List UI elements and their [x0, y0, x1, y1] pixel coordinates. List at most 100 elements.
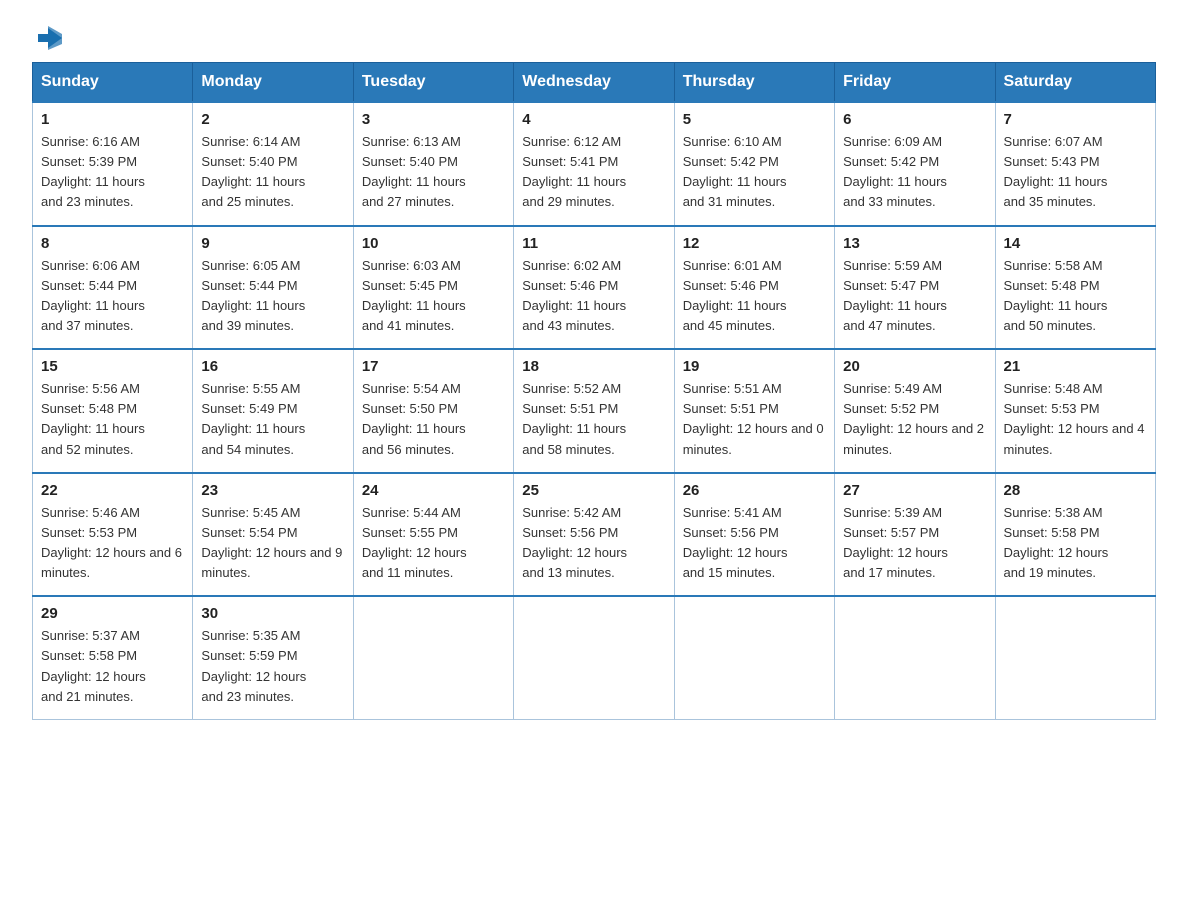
calendar-cell: [514, 596, 674, 719]
day-info: Sunrise: 6:03 AM Sunset: 5:45 PM Dayligh…: [362, 256, 505, 337]
day-info: Sunrise: 5:54 AM Sunset: 5:50 PM Dayligh…: [362, 379, 505, 460]
calendar-cell: 22 Sunrise: 5:46 AM Sunset: 5:53 PM Dayl…: [33, 473, 193, 597]
logo: [32, 24, 62, 46]
day-info: Sunrise: 5:42 AM Sunset: 5:56 PM Dayligh…: [522, 503, 665, 584]
day-number: 18: [522, 358, 665, 375]
day-info: Sunrise: 5:52 AM Sunset: 5:51 PM Dayligh…: [522, 379, 665, 460]
day-info: Sunrise: 5:41 AM Sunset: 5:56 PM Dayligh…: [683, 503, 826, 584]
week-row-2: 8 Sunrise: 6:06 AM Sunset: 5:44 PM Dayli…: [33, 226, 1156, 350]
calendar-cell: 20 Sunrise: 5:49 AM Sunset: 5:52 PM Dayl…: [835, 349, 995, 473]
calendar-header-row: SundayMondayTuesdayWednesdayThursdayFrid…: [33, 63, 1156, 103]
day-info: Sunrise: 6:06 AM Sunset: 5:44 PM Dayligh…: [41, 256, 184, 337]
day-info: Sunrise: 6:13 AM Sunset: 5:40 PM Dayligh…: [362, 132, 505, 213]
calendar-cell: 3 Sunrise: 6:13 AM Sunset: 5:40 PM Dayli…: [353, 102, 513, 226]
day-number: 28: [1004, 482, 1147, 499]
day-number: 10: [362, 235, 505, 252]
day-info: Sunrise: 5:48 AM Sunset: 5:53 PM Dayligh…: [1004, 379, 1147, 460]
day-number: 4: [522, 111, 665, 128]
day-number: 5: [683, 111, 826, 128]
day-info: Sunrise: 5:59 AM Sunset: 5:47 PM Dayligh…: [843, 256, 986, 337]
calendar-cell: 1 Sunrise: 6:16 AM Sunset: 5:39 PM Dayli…: [33, 102, 193, 226]
header-wednesday: Wednesday: [514, 63, 674, 103]
day-number: 21: [1004, 358, 1147, 375]
calendar-cell: 11 Sunrise: 6:02 AM Sunset: 5:46 PM Dayl…: [514, 226, 674, 350]
calendar-cell: 25 Sunrise: 5:42 AM Sunset: 5:56 PM Dayl…: [514, 473, 674, 597]
day-number: 8: [41, 235, 184, 252]
day-info: Sunrise: 5:38 AM Sunset: 5:58 PM Dayligh…: [1004, 503, 1147, 584]
day-number: 2: [201, 111, 344, 128]
calendar-cell: 10 Sunrise: 6:03 AM Sunset: 5:45 PM Dayl…: [353, 226, 513, 350]
calendar-cell: 7 Sunrise: 6:07 AM Sunset: 5:43 PM Dayli…: [995, 102, 1155, 226]
calendar-cell: 16 Sunrise: 5:55 AM Sunset: 5:49 PM Dayl…: [193, 349, 353, 473]
day-number: 1: [41, 111, 184, 128]
day-number: 19: [683, 358, 826, 375]
day-info: Sunrise: 5:49 AM Sunset: 5:52 PM Dayligh…: [843, 379, 986, 460]
day-info: Sunrise: 6:09 AM Sunset: 5:42 PM Dayligh…: [843, 132, 986, 213]
day-info: Sunrise: 5:55 AM Sunset: 5:49 PM Dayligh…: [201, 379, 344, 460]
day-info: Sunrise: 5:44 AM Sunset: 5:55 PM Dayligh…: [362, 503, 505, 584]
calendar-cell: 23 Sunrise: 5:45 AM Sunset: 5:54 PM Dayl…: [193, 473, 353, 597]
day-number: 12: [683, 235, 826, 252]
calendar-cell: [353, 596, 513, 719]
calendar-cell: [835, 596, 995, 719]
calendar-cell: 27 Sunrise: 5:39 AM Sunset: 5:57 PM Dayl…: [835, 473, 995, 597]
calendar-table: SundayMondayTuesdayWednesdayThursdayFrid…: [32, 62, 1156, 720]
week-row-1: 1 Sunrise: 6:16 AM Sunset: 5:39 PM Dayli…: [33, 102, 1156, 226]
day-number: 7: [1004, 111, 1147, 128]
calendar-cell: [995, 596, 1155, 719]
calendar-cell: 13 Sunrise: 5:59 AM Sunset: 5:47 PM Dayl…: [835, 226, 995, 350]
week-row-4: 22 Sunrise: 5:46 AM Sunset: 5:53 PM Dayl…: [33, 473, 1156, 597]
week-row-5: 29 Sunrise: 5:37 AM Sunset: 5:58 PM Dayl…: [33, 596, 1156, 719]
header-thursday: Thursday: [674, 63, 834, 103]
calendar-cell: 15 Sunrise: 5:56 AM Sunset: 5:48 PM Dayl…: [33, 349, 193, 473]
day-info: Sunrise: 5:39 AM Sunset: 5:57 PM Dayligh…: [843, 503, 986, 584]
day-number: 26: [683, 482, 826, 499]
calendar-cell: 9 Sunrise: 6:05 AM Sunset: 5:44 PM Dayli…: [193, 226, 353, 350]
day-info: Sunrise: 6:14 AM Sunset: 5:40 PM Dayligh…: [201, 132, 344, 213]
day-info: Sunrise: 5:45 AM Sunset: 5:54 PM Dayligh…: [201, 503, 344, 584]
calendar-cell: 12 Sunrise: 6:01 AM Sunset: 5:46 PM Dayl…: [674, 226, 834, 350]
calendar-cell: 24 Sunrise: 5:44 AM Sunset: 5:55 PM Dayl…: [353, 473, 513, 597]
calendar-cell: 30 Sunrise: 5:35 AM Sunset: 5:59 PM Dayl…: [193, 596, 353, 719]
calendar-cell: 19 Sunrise: 5:51 AM Sunset: 5:51 PM Dayl…: [674, 349, 834, 473]
day-number: 22: [41, 482, 184, 499]
day-number: 27: [843, 482, 986, 499]
header-friday: Friday: [835, 63, 995, 103]
day-number: 25: [522, 482, 665, 499]
day-number: 9: [201, 235, 344, 252]
header-tuesday: Tuesday: [353, 63, 513, 103]
calendar-cell: 29 Sunrise: 5:37 AM Sunset: 5:58 PM Dayl…: [33, 596, 193, 719]
calendar-cell: 8 Sunrise: 6:06 AM Sunset: 5:44 PM Dayli…: [33, 226, 193, 350]
page-header: [32, 24, 1156, 46]
calendar-cell: 26 Sunrise: 5:41 AM Sunset: 5:56 PM Dayl…: [674, 473, 834, 597]
calendar-cell: 14 Sunrise: 5:58 AM Sunset: 5:48 PM Dayl…: [995, 226, 1155, 350]
day-number: 17: [362, 358, 505, 375]
day-info: Sunrise: 5:51 AM Sunset: 5:51 PM Dayligh…: [683, 379, 826, 460]
day-number: 13: [843, 235, 986, 252]
calendar-cell: 18 Sunrise: 5:52 AM Sunset: 5:51 PM Dayl…: [514, 349, 674, 473]
calendar-cell: 21 Sunrise: 5:48 AM Sunset: 5:53 PM Dayl…: [995, 349, 1155, 473]
day-info: Sunrise: 5:46 AM Sunset: 5:53 PM Dayligh…: [41, 503, 184, 584]
calendar-cell: [674, 596, 834, 719]
header-sunday: Sunday: [33, 63, 193, 103]
day-info: Sunrise: 5:35 AM Sunset: 5:59 PM Dayligh…: [201, 626, 344, 707]
day-number: 6: [843, 111, 986, 128]
header-monday: Monday: [193, 63, 353, 103]
day-info: Sunrise: 5:56 AM Sunset: 5:48 PM Dayligh…: [41, 379, 184, 460]
calendar-cell: 4 Sunrise: 6:12 AM Sunset: 5:41 PM Dayli…: [514, 102, 674, 226]
day-info: Sunrise: 6:07 AM Sunset: 5:43 PM Dayligh…: [1004, 132, 1147, 213]
day-number: 14: [1004, 235, 1147, 252]
week-row-3: 15 Sunrise: 5:56 AM Sunset: 5:48 PM Dayl…: [33, 349, 1156, 473]
day-number: 23: [201, 482, 344, 499]
day-number: 29: [41, 605, 184, 622]
day-number: 15: [41, 358, 184, 375]
calendar-cell: 5 Sunrise: 6:10 AM Sunset: 5:42 PM Dayli…: [674, 102, 834, 226]
day-number: 20: [843, 358, 986, 375]
day-info: Sunrise: 6:16 AM Sunset: 5:39 PM Dayligh…: [41, 132, 184, 213]
calendar-cell: 2 Sunrise: 6:14 AM Sunset: 5:40 PM Dayli…: [193, 102, 353, 226]
day-info: Sunrise: 6:01 AM Sunset: 5:46 PM Dayligh…: [683, 256, 826, 337]
day-number: 24: [362, 482, 505, 499]
header-saturday: Saturday: [995, 63, 1155, 103]
day-info: Sunrise: 6:02 AM Sunset: 5:46 PM Dayligh…: [522, 256, 665, 337]
day-number: 16: [201, 358, 344, 375]
